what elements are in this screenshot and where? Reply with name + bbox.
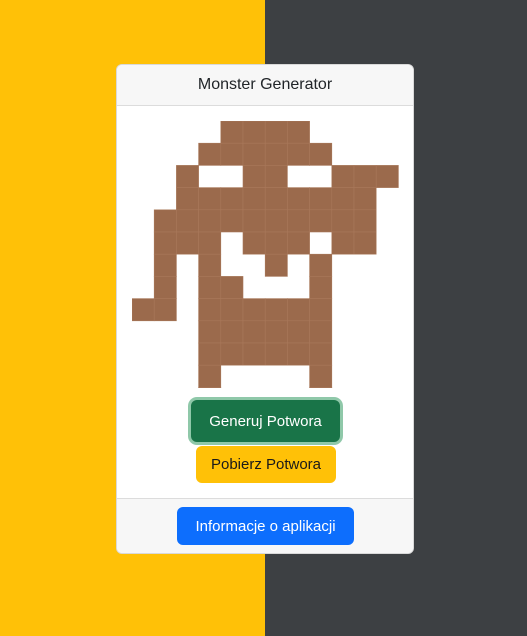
monster-pixel bbox=[309, 387, 333, 388]
monster-pixel bbox=[264, 121, 288, 144]
monster-pixel bbox=[153, 298, 177, 322]
monster-pixel bbox=[153, 276, 177, 299]
monster-pixel bbox=[375, 165, 399, 188]
monster-pixel bbox=[153, 231, 177, 255]
monster-pixel bbox=[287, 342, 310, 366]
monster-pixel bbox=[264, 320, 288, 344]
monster-pixel bbox=[309, 320, 333, 344]
monster-pixel bbox=[198, 253, 222, 277]
monster-card: Monster Generator Generuj Potwora Pobier… bbox=[116, 64, 414, 554]
monster-pixel bbox=[309, 253, 333, 277]
card-footer: Informacje o aplikacji bbox=[117, 498, 413, 553]
download-monster-button[interactable]: Pobierz Potwora bbox=[196, 446, 336, 483]
monster-pixel bbox=[264, 187, 288, 211]
monster-pixel bbox=[198, 209, 222, 233]
card-body: Generuj Potwora Pobierz Potwora bbox=[117, 106, 413, 500]
monster-pixel bbox=[287, 187, 310, 211]
monster-pixel bbox=[287, 142, 310, 166]
monster-pixel bbox=[309, 364, 333, 388]
monster-pixel bbox=[331, 209, 355, 233]
monster-pixel bbox=[309, 142, 333, 166]
monster-pixel bbox=[287, 231, 310, 255]
monster-pixel bbox=[242, 165, 266, 188]
monster-image bbox=[132, 121, 399, 388]
monster-pixel bbox=[242, 209, 266, 233]
monster-pixel bbox=[198, 364, 222, 388]
app-info-button[interactable]: Informacje o aplikacji bbox=[177, 507, 354, 545]
monster-pixel bbox=[153, 209, 177, 233]
monster-pixel bbox=[287, 320, 310, 344]
monster-pixel bbox=[309, 276, 333, 299]
monster-pixel bbox=[287, 298, 310, 322]
monster-pixel bbox=[220, 187, 244, 211]
monster-pixel bbox=[331, 165, 355, 188]
monster-pixel bbox=[264, 231, 288, 255]
monster-pixel bbox=[176, 209, 199, 233]
monster-pixel bbox=[198, 231, 222, 255]
monster-pixel bbox=[353, 187, 377, 211]
monster-pixel bbox=[309, 187, 333, 211]
monster-pixel bbox=[353, 209, 377, 233]
monster-pixel bbox=[198, 342, 222, 366]
monster-pixel bbox=[242, 320, 266, 344]
monster-pixel bbox=[353, 165, 377, 188]
monster-pixel bbox=[264, 342, 288, 366]
monster-pixel bbox=[264, 209, 288, 233]
monster-pixel bbox=[264, 165, 288, 188]
monster-pixel bbox=[264, 298, 288, 322]
monster-pixel bbox=[353, 231, 377, 255]
monster-pixel bbox=[331, 187, 355, 211]
monster-pixel bbox=[220, 298, 244, 322]
monster-pixel bbox=[176, 187, 199, 211]
monster-pixel bbox=[220, 209, 244, 233]
monster-pixel bbox=[198, 276, 222, 299]
monster-pixel bbox=[287, 121, 310, 144]
monster-pixel bbox=[198, 142, 222, 166]
monster-pixel bbox=[242, 187, 266, 211]
monster-pixel bbox=[242, 142, 266, 166]
monster-pixel bbox=[198, 320, 222, 344]
generate-monster-button[interactable]: Generuj Potwora bbox=[191, 400, 340, 442]
monster-pixel bbox=[176, 165, 199, 188]
monster-pixel bbox=[331, 231, 355, 255]
monster-pixel bbox=[242, 298, 266, 322]
monster-pixel bbox=[242, 342, 266, 366]
monster-pixel bbox=[198, 187, 222, 211]
monster-pixel bbox=[198, 298, 222, 322]
monster-pixel bbox=[287, 209, 310, 233]
monster-pixel bbox=[220, 320, 244, 344]
monster-pixel bbox=[132, 298, 155, 322]
monster-pixel bbox=[176, 231, 199, 255]
page-title: Monster Generator bbox=[197, 76, 333, 93]
monster-pixel bbox=[309, 209, 333, 233]
monster-pixel bbox=[220, 276, 244, 299]
monster-pixel bbox=[242, 121, 266, 144]
monster-pixel bbox=[242, 231, 266, 255]
monster-pixel bbox=[198, 387, 222, 388]
monster-pixel bbox=[220, 342, 244, 366]
monster-pixel bbox=[264, 253, 288, 277]
card-header: Monster Generator bbox=[117, 65, 413, 106]
monster-pixel bbox=[309, 342, 333, 366]
monster-pixel bbox=[220, 142, 244, 166]
monster-pixel bbox=[264, 142, 288, 166]
monster-pixel bbox=[309, 298, 333, 322]
monster-pixel bbox=[153, 253, 177, 277]
monster-pixel bbox=[220, 121, 244, 144]
